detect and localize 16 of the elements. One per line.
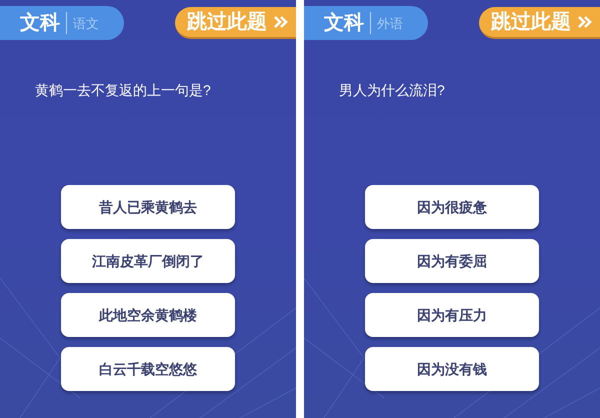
double-chevron-icon bbox=[273, 15, 289, 29]
answer-option[interactable]: 因为很疲惫 bbox=[365, 185, 539, 229]
subject-label: 文科 bbox=[20, 13, 60, 33]
answer-option[interactable]: 因为有压力 bbox=[365, 293, 539, 337]
answer-option[interactable]: 因为有委屈 bbox=[365, 239, 539, 283]
answer-option[interactable]: 江南皮革厂倒闭了 bbox=[61, 239, 235, 283]
answer-option[interactable]: 因为没有钱 bbox=[365, 347, 539, 391]
answer-option[interactable]: 昔人已乘黄鹤去 bbox=[61, 185, 235, 229]
answer-option[interactable]: 此地空余黄鹤楼 bbox=[61, 293, 235, 337]
question-text: 男人为什么流泪? bbox=[339, 82, 445, 98]
subject-label: 文科 bbox=[324, 13, 364, 33]
answer-option[interactable]: 白云千载空悠悠 bbox=[61, 347, 235, 391]
category-label: 外语 bbox=[377, 16, 403, 30]
question-text: 黄鹤一去不复返的上一句是? bbox=[35, 82, 211, 98]
category-label: 语文 bbox=[73, 16, 99, 30]
double-chevron-icon bbox=[577, 15, 593, 29]
